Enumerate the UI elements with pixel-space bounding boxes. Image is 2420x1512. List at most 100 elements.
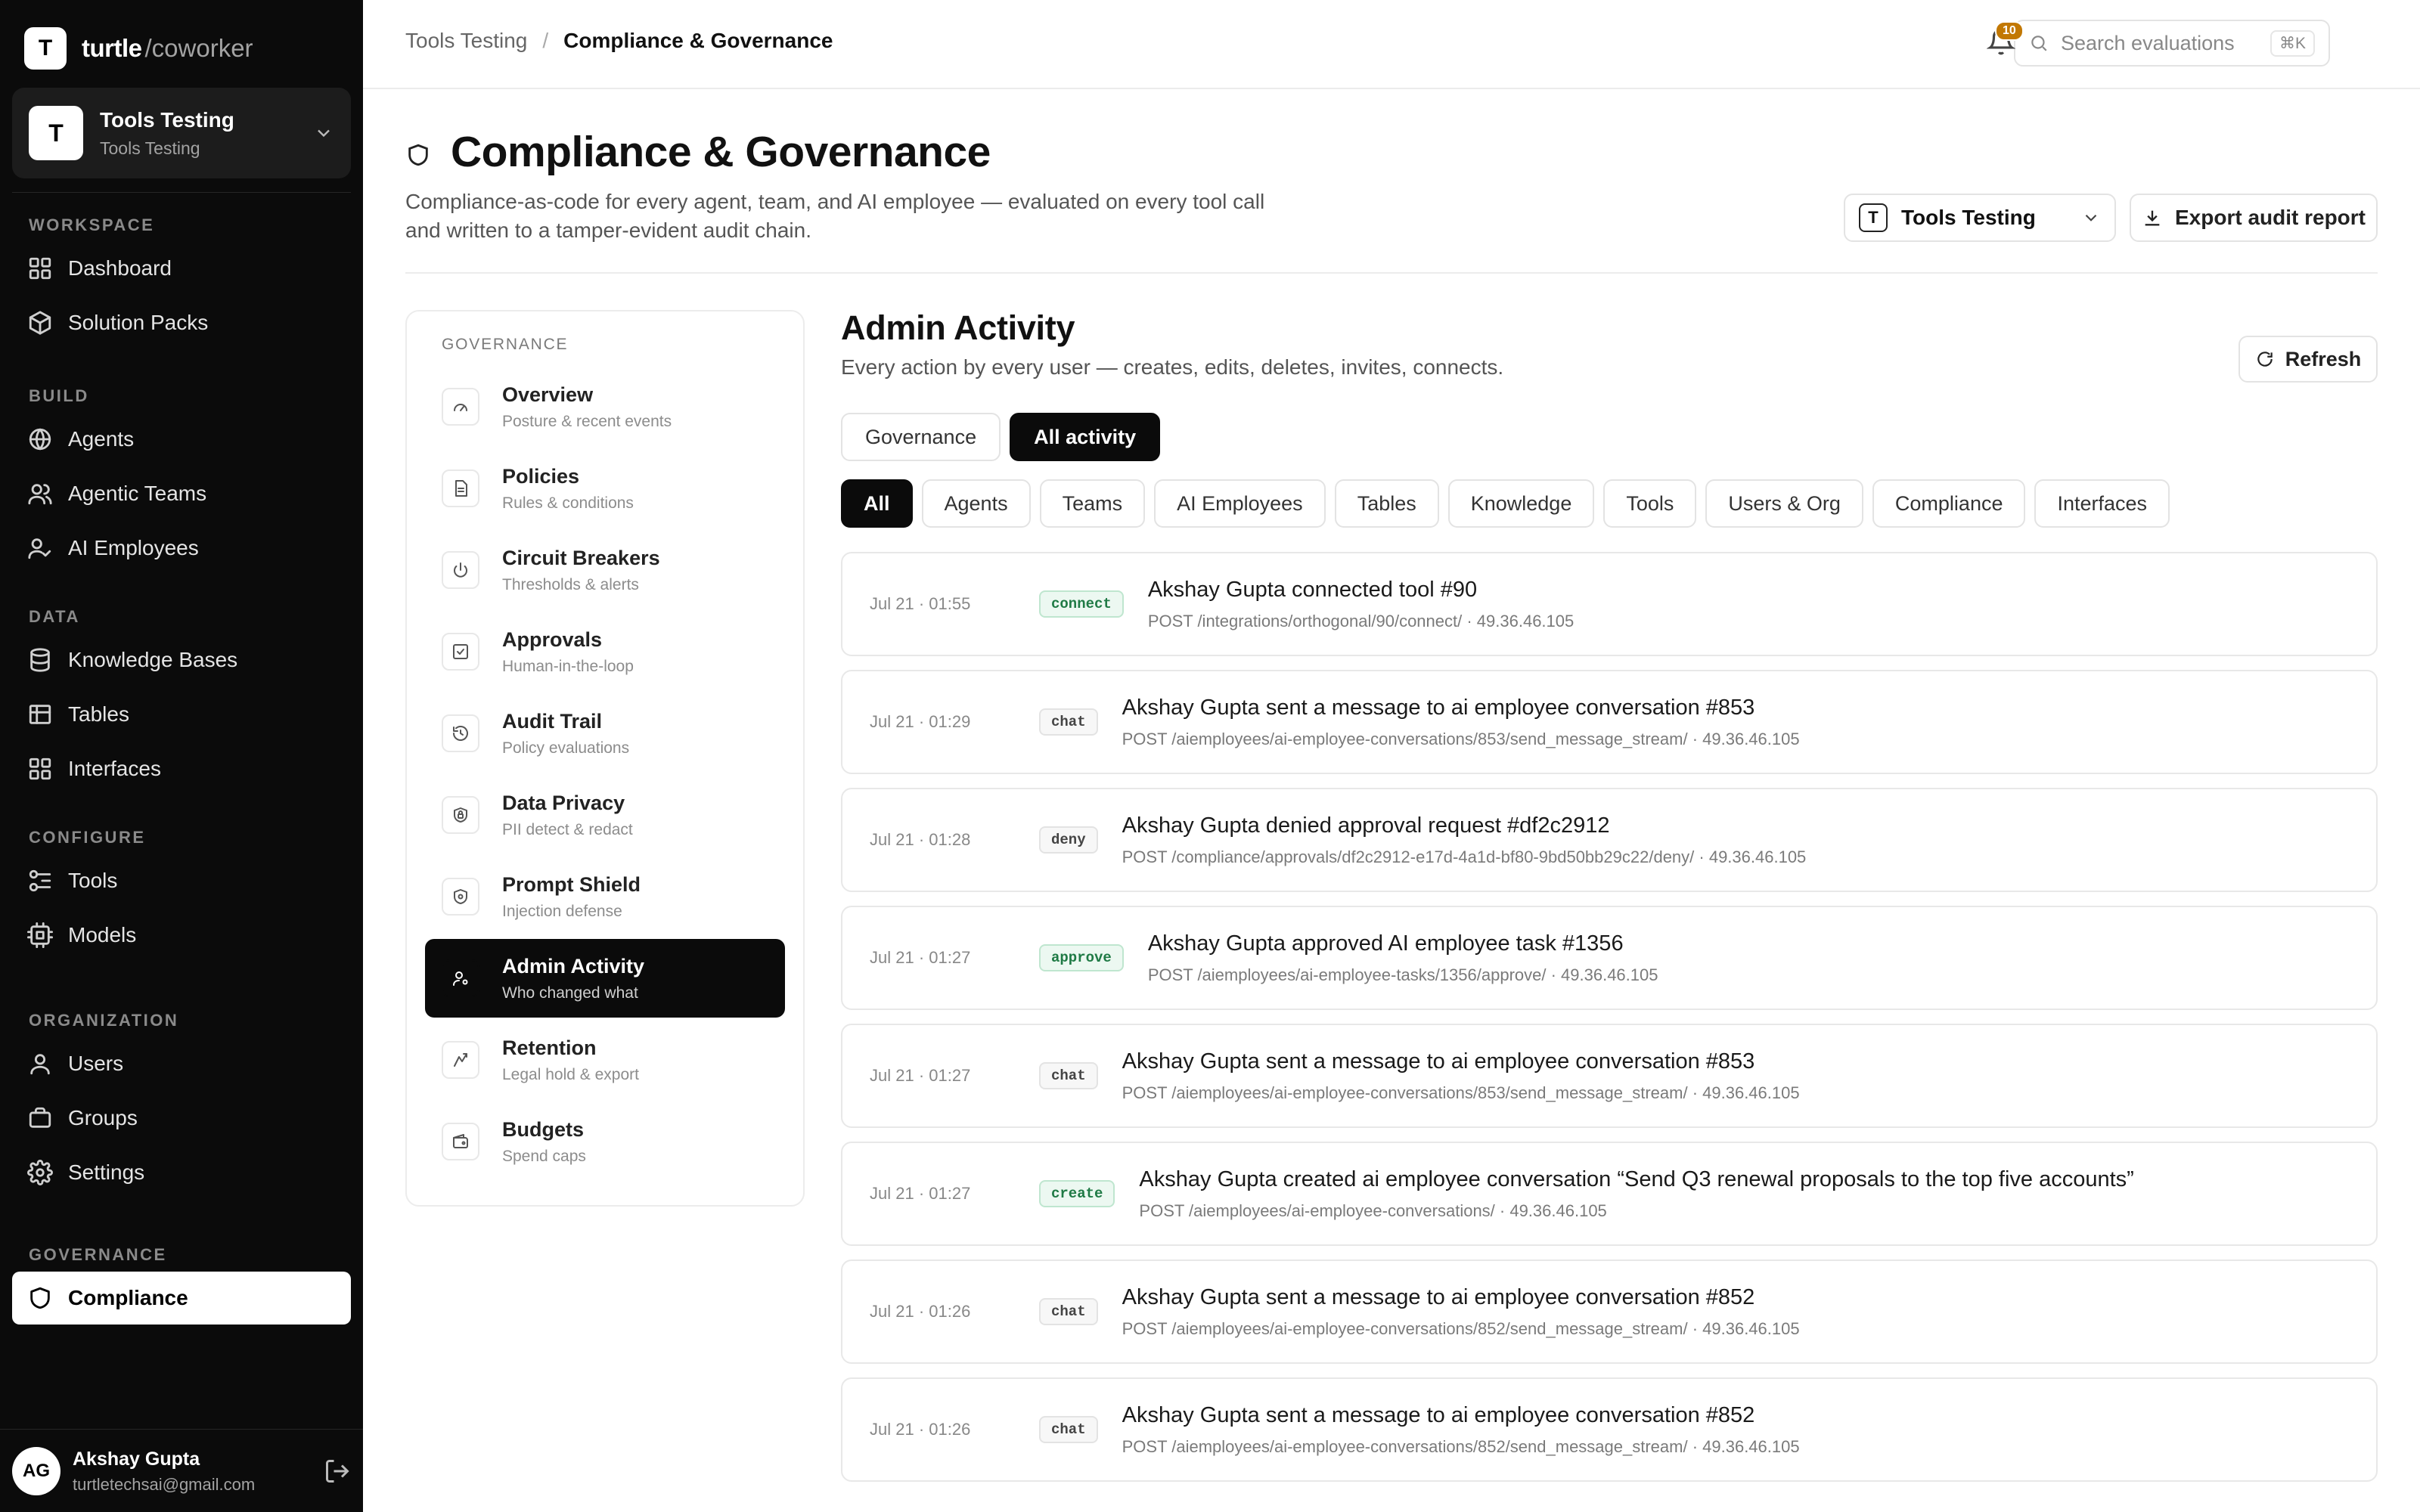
sidebar-item-settings[interactable]: Settings xyxy=(12,1146,351,1199)
search-box[interactable]: ⌘K xyxy=(2014,20,2330,67)
gov-nav-subtitle: Legal hold & export xyxy=(502,1065,639,1083)
sidebar-item-tables[interactable]: Tables xyxy=(12,688,351,741)
gear-icon xyxy=(27,1160,53,1185)
gov-nav-item-approvals[interactable]: Approvals Human-in-the-loop xyxy=(425,612,785,691)
layout-icon xyxy=(29,758,51,780)
brand-name: turtle xyxy=(82,34,142,62)
sidebar-item-compliance[interactable]: Compliance xyxy=(12,1272,351,1325)
globe-icon xyxy=(29,428,51,451)
sidebar-item-label: Tools xyxy=(68,869,118,892)
breadcrumb-root[interactable]: Tools Testing xyxy=(405,29,527,53)
gov-nav-subtitle: Human-in-the-loop xyxy=(502,657,634,675)
gov-nav-item-budgets[interactable]: Budgets Spend caps xyxy=(425,1102,785,1181)
breadcrumb-separator: / xyxy=(542,29,549,52)
page-description: Compliance-as-code for every agent, team… xyxy=(405,190,1265,242)
sidebar-item-users[interactable]: Users xyxy=(12,1037,351,1090)
activity-action-badge: chat xyxy=(1039,1062,1098,1089)
nav-group-configure: CONFIGURE Tools Models xyxy=(0,823,363,963)
export-audit-report-button[interactable]: Export audit report xyxy=(2130,194,2378,242)
sidebar-item-knowledge-bases[interactable]: Knowledge Bases xyxy=(12,634,351,686)
filter-chip-compliance[interactable]: Compliance xyxy=(1872,479,2026,528)
gov-nav-item-data-privacy[interactable]: Data Privacy PII detect & redact xyxy=(425,776,785,854)
activity-row[interactable]: Jul 21 · 01:27 chat Akshay Gupta sent a me… xyxy=(841,1024,2378,1128)
sidebar-item-solution-packs[interactable]: Solution Packs xyxy=(12,296,351,349)
activity-time: Jul 21 · 01:27 xyxy=(870,948,971,967)
sidebar-item-agentic-teams[interactable]: Agentic Teams xyxy=(12,467,351,520)
view-tab-all-activity[interactable]: All activity xyxy=(1010,413,1161,461)
gov-nav-title: Admin Activity xyxy=(502,954,645,978)
activity-title: Akshay Gupta connected tool #90 xyxy=(1147,577,1478,602)
section-description: Every action by every user — creates, ed… xyxy=(841,355,1504,379)
activity-row[interactable]: Jul 21 · 01:28 deny Akshay Gupta denied ap… xyxy=(841,788,2378,892)
power-icon xyxy=(454,562,467,578)
nav-group-label: DATA xyxy=(29,607,80,626)
gov-nav-item-audit-trail[interactable]: Audit Trail Policy evaluations xyxy=(425,694,785,773)
filter-chip-ai-employees[interactable]: AI Employees xyxy=(1154,479,1326,528)
activity-action-badge: deny xyxy=(1039,826,1098,854)
activity-title: Akshay Gupta denied approval request #df… xyxy=(1122,813,1610,838)
search-input[interactable] xyxy=(2061,31,2257,55)
filter-chip-teams[interactable]: Teams xyxy=(1039,479,1146,528)
history-icon xyxy=(453,726,468,741)
nav-group-label: GOVERNANCE xyxy=(29,1245,167,1264)
activity-row[interactable]: Jul 21 · 01:29 chat Akshay Gupta sent a me… xyxy=(841,670,2378,774)
gov-nav-icon-wrap xyxy=(442,469,479,507)
activity-time: Jul 21 · 01:55 xyxy=(870,594,971,613)
sidebar-item-models[interactable]: Models xyxy=(12,909,351,962)
activity-row[interactable]: Jul 21 · 01:26 chat Akshay Gupta sent a me… xyxy=(841,1377,2378,1482)
filter-chip-tables[interactable]: Tables xyxy=(1334,479,1439,528)
user-icon xyxy=(30,1054,50,1075)
sidebar-item-label: Groups xyxy=(68,1106,138,1129)
workspace-subtitle: Tools Testing xyxy=(100,138,200,158)
gov-nav-subtitle: Rules & conditions xyxy=(502,494,634,512)
view-tab-governance[interactable]: Governance xyxy=(841,413,1001,461)
gov-nav-item-policies[interactable]: Policies Rules & conditions xyxy=(425,449,785,528)
gov-nav-subtitle: Thresholds & alerts xyxy=(502,575,639,593)
gov-nav-title: Data Privacy xyxy=(502,791,625,814)
refresh-button[interactable]: Refresh xyxy=(2238,336,2378,383)
activity-time: Jul 21 · 01:27 xyxy=(870,1066,971,1085)
nav-group-workspace: WORKSPACE Dashboard Solution Packs xyxy=(0,210,363,351)
filter-chip-interfaces[interactable]: Interfaces xyxy=(2034,479,2170,528)
activity-row[interactable]: Jul 21 · 01:27 approve Akshay Gupta approv… xyxy=(841,906,2378,1010)
shield-dot-icon xyxy=(454,889,467,904)
filter-chip-knowledge[interactable]: Knowledge xyxy=(1447,479,1595,528)
gov-nav-item-admin-activity[interactable]: Admin Activity Who changed what xyxy=(425,939,785,1018)
brand-suffix: /coworker xyxy=(144,34,253,62)
user-profile[interactable]: AG Akshay Gupta turtletechsai@gmail.com xyxy=(12,1442,351,1500)
sidebar-item-interfaces[interactable]: Interfaces xyxy=(12,742,351,795)
breadcrumb: Tools Testing / Compliance & Governance xyxy=(405,29,833,53)
sidebar-item-groups[interactable]: Groups xyxy=(12,1092,351,1145)
gov-nav-title: Approvals xyxy=(502,627,603,651)
activity-row[interactable]: Jul 21 · 01:26 chat Akshay Gupta sent a me… xyxy=(841,1259,2378,1364)
models-icon xyxy=(27,922,53,948)
gov-nav-title: Prompt Shield xyxy=(502,872,641,896)
user-check-icon xyxy=(28,538,51,559)
workspace-select-label: Tools Testing xyxy=(1901,206,2036,229)
sidebar-item-ai-employees[interactable]: AI Employees xyxy=(12,522,351,575)
sidebar-item-tools[interactable]: Tools xyxy=(12,854,351,907)
gov-nav-item-circuit-breakers[interactable]: Circuit Breakers Thresholds & alerts xyxy=(425,531,785,609)
gov-nav-title: Retention xyxy=(502,1036,597,1059)
sidebar-item-agents[interactable]: Agents xyxy=(12,413,351,466)
search-shortcut: ⌘K xyxy=(2270,29,2315,57)
gov-nav-icon-wrap xyxy=(442,959,479,997)
gov-nav-item-retention[interactable]: Retention Legal hold & export xyxy=(425,1021,785,1099)
activity-row[interactable]: Jul 21 · 01:27 create Akshay Gupta created… xyxy=(841,1142,2378,1246)
sidebar-item-label: Dashboard xyxy=(68,256,172,280)
gov-nav-item-prompt-shield[interactable]: Prompt Shield Injection defense xyxy=(425,857,785,936)
filter-chip-all[interactable]: All xyxy=(841,479,913,528)
activity-time: Jul 21 · 01:26 xyxy=(870,1420,971,1439)
gov-nav-item-overview[interactable]: Overview Posture & recent events xyxy=(425,367,785,446)
workspace-switcher[interactable]: T Tools Testing Tools Testing xyxy=(12,88,351,178)
filter-chip-tools[interactable]: Tools xyxy=(1603,479,1697,528)
workspace-select[interactable]: T Tools Testing xyxy=(1844,194,2116,242)
sidebar-item-dashboard[interactable]: Dashboard xyxy=(12,242,351,295)
filter-chip-users-and-org[interactable]: Users & Org xyxy=(1705,479,1863,528)
activity-row[interactable]: Jul 21 · 01:55 connect Akshay Gupta connec… xyxy=(841,552,2378,656)
filter-chip-agents[interactable]: Agents xyxy=(921,479,1031,528)
sidebar-divider xyxy=(0,1429,363,1430)
user-name: Akshay Gupta xyxy=(73,1448,200,1470)
logout-icon[interactable] xyxy=(324,1458,351,1485)
brand[interactable]: T turtle /coworker xyxy=(24,26,253,71)
